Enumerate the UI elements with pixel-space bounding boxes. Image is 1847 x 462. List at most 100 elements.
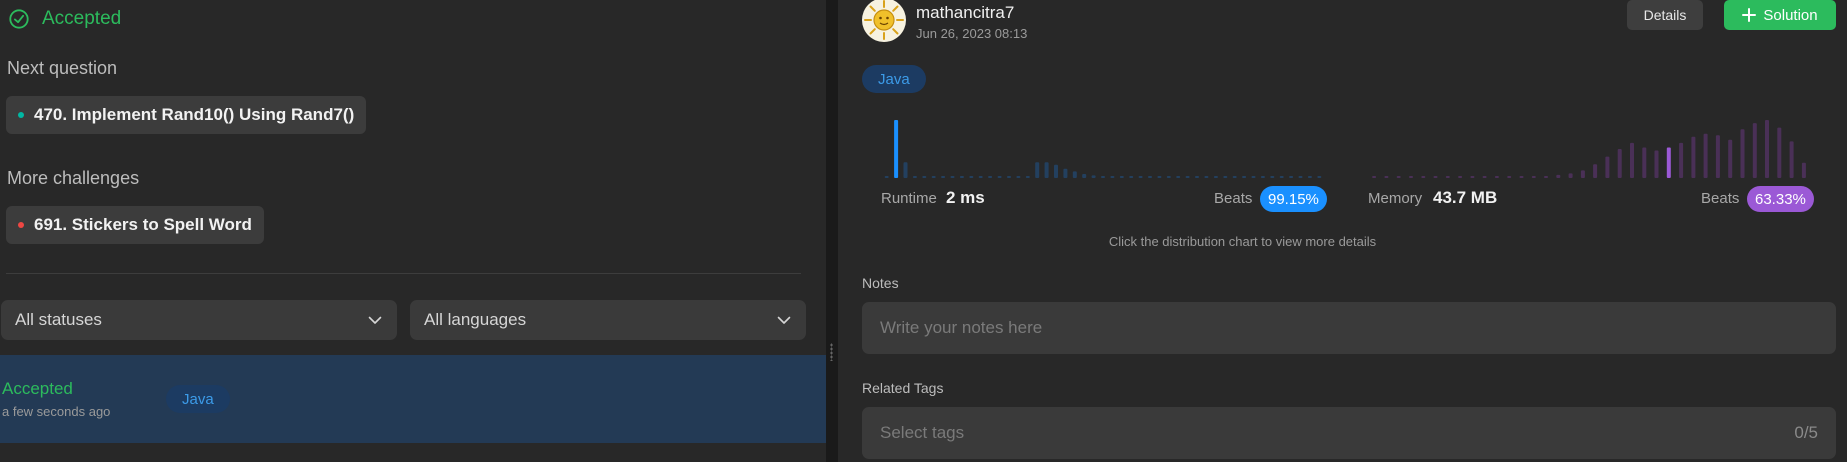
distribution-bar[interactable]	[1110, 176, 1115, 178]
distribution-bar[interactable]	[1007, 176, 1011, 178]
distribution-bar[interactable]	[1091, 175, 1096, 178]
distribution-bar[interactable]	[1470, 176, 1475, 178]
distribution-bar[interactable]	[1213, 176, 1218, 178]
distribution-bar[interactable]	[1507, 176, 1512, 178]
distribution-bar[interactable]	[931, 176, 936, 178]
distribution-bar[interactable]	[1519, 176, 1524, 178]
distribution-bar[interactable]	[1242, 176, 1247, 178]
post-solution-button[interactable]: Solution	[1724, 0, 1836, 30]
status-filter-dropdown[interactable]: All statuses	[1, 300, 397, 340]
panel-resize-handle[interactable]	[826, 0, 838, 462]
distribution-bar[interactable]	[978, 176, 983, 178]
distribution-bar[interactable]	[1298, 176, 1303, 178]
distribution-bar[interactable]	[884, 176, 889, 178]
distribution-bar[interactable]	[1119, 176, 1124, 178]
distribution-bar[interactable]	[1752, 123, 1757, 178]
distribution-bar[interactable]	[1384, 176, 1389, 178]
distribution-bar[interactable]	[903, 162, 908, 178]
distribution-bar[interactable]	[1307, 176, 1312, 178]
distribution-bar[interactable]	[1617, 149, 1622, 178]
distribution-bar[interactable]	[1138, 176, 1143, 178]
runtime-distribution-chart[interactable]	[882, 110, 1324, 180]
distribution-bar[interactable]	[922, 176, 927, 178]
distribution-bar[interactable]	[1409, 176, 1413, 178]
distribution-bar[interactable]	[950, 176, 955, 178]
distribution-bar[interactable]	[1703, 133, 1708, 178]
distribution-bar[interactable]	[1289, 176, 1294, 178]
distribution-bar[interactable]	[1195, 176, 1199, 178]
distribution-bar[interactable]	[1593, 164, 1598, 178]
next-question-link[interactable]: 470. Implement Rand10() Using Rand7()	[6, 96, 367, 134]
distribution-bar[interactable]	[1777, 127, 1782, 178]
distribution-bar[interactable]	[1166, 176, 1171, 178]
distribution-bar[interactable]	[1372, 176, 1377, 178]
tags-select[interactable]: Select tags 0/5	[862, 407, 1836, 459]
distribution-bar[interactable]	[997, 176, 1002, 178]
distribution-bar[interactable]	[1630, 142, 1634, 178]
memory-distribution-chart[interactable]	[1368, 110, 1810, 180]
distribution-bar[interactable]	[1157, 176, 1162, 178]
distribution-bar[interactable]	[1740, 129, 1745, 178]
distribution-bar[interactable]	[1556, 174, 1561, 178]
distribution-bar[interactable]	[1715, 135, 1720, 178]
distribution-bar[interactable]	[1204, 176, 1209, 178]
distribution-bar[interactable]	[1148, 176, 1152, 178]
distribution-bar[interactable]	[1176, 176, 1181, 178]
distribution-bar[interactable]	[1605, 156, 1610, 178]
distribution-bar[interactable]	[1728, 139, 1733, 178]
distribution-bar[interactable]	[1054, 164, 1058, 178]
distribution-bar[interactable]	[1642, 147, 1647, 179]
distribution-bar[interactable]	[1801, 162, 1806, 178]
distribution-bar[interactable]	[1396, 176, 1401, 178]
distribution-bar[interactable]	[1458, 176, 1463, 178]
distribution-bar[interactable]	[1063, 168, 1068, 178]
distribution-bar[interactable]	[1654, 150, 1659, 179]
username[interactable]: mathancitra7	[916, 3, 1014, 23]
memory-value: 43.7 MB	[1433, 188, 1498, 207]
distribution-bar[interactable]	[1531, 176, 1536, 178]
distribution-bar[interactable]	[1568, 173, 1573, 178]
distribution-bar[interactable]	[1129, 176, 1134, 178]
distribution-bar[interactable]	[959, 176, 964, 178]
distribution-bar[interactable]	[1789, 141, 1794, 178]
distribution-bar[interactable]	[1494, 176, 1499, 178]
distribution-bar[interactable]	[1016, 176, 1021, 178]
distribution-bar[interactable]	[1279, 176, 1284, 178]
distribution-bar[interactable]	[1185, 176, 1190, 178]
distribution-bar[interactable]	[969, 176, 974, 178]
distribution-bar[interactable]	[1260, 176, 1265, 178]
distribution-bar[interactable]	[1044, 162, 1049, 178]
notes-input[interactable]: Write your notes here	[862, 302, 1836, 354]
distribution-bar[interactable]	[1482, 176, 1487, 178]
distribution-bar[interactable]	[941, 176, 946, 178]
distribution-bar[interactable]	[1691, 136, 1696, 178]
distribution-bar[interactable]	[1035, 162, 1040, 178]
details-button[interactable]: Details	[1627, 0, 1703, 30]
avatar[interactable]	[862, 0, 906, 42]
distribution-bar[interactable]	[1072, 171, 1077, 178]
notes-label: Notes	[862, 275, 899, 291]
distribution-bar[interactable]	[1580, 170, 1585, 178]
distribution-bar[interactable]	[894, 120, 899, 178]
challenge-link[interactable]: 691. Stickers to Spell Word	[6, 206, 264, 244]
language-filter-dropdown[interactable]: All languages	[410, 300, 806, 340]
distribution-bar[interactable]	[912, 176, 917, 178]
distribution-bar[interactable]	[1445, 176, 1450, 178]
distribution-bar[interactable]	[1666, 147, 1671, 179]
distribution-bar[interactable]	[1433, 176, 1438, 178]
check-circle-icon	[9, 9, 29, 29]
distribution-bar[interactable]	[1270, 176, 1275, 178]
distribution-bar[interactable]	[1223, 176, 1228, 178]
distribution-bar[interactable]	[1421, 176, 1426, 178]
distribution-bar[interactable]	[1082, 174, 1087, 178]
distribution-bar[interactable]	[1025, 176, 1030, 178]
distribution-bar[interactable]	[1251, 176, 1256, 178]
distribution-bar[interactable]	[988, 176, 993, 178]
distribution-bar[interactable]	[1765, 120, 1769, 178]
distribution-bar[interactable]	[1317, 176, 1322, 178]
distribution-bar[interactable]	[1232, 176, 1237, 178]
distribution-bar[interactable]	[1101, 176, 1105, 178]
distribution-bar[interactable]	[1679, 142, 1684, 178]
submission-row[interactable]: Accepted a few seconds ago Java	[0, 355, 826, 443]
distribution-bar[interactable]	[1544, 176, 1548, 178]
